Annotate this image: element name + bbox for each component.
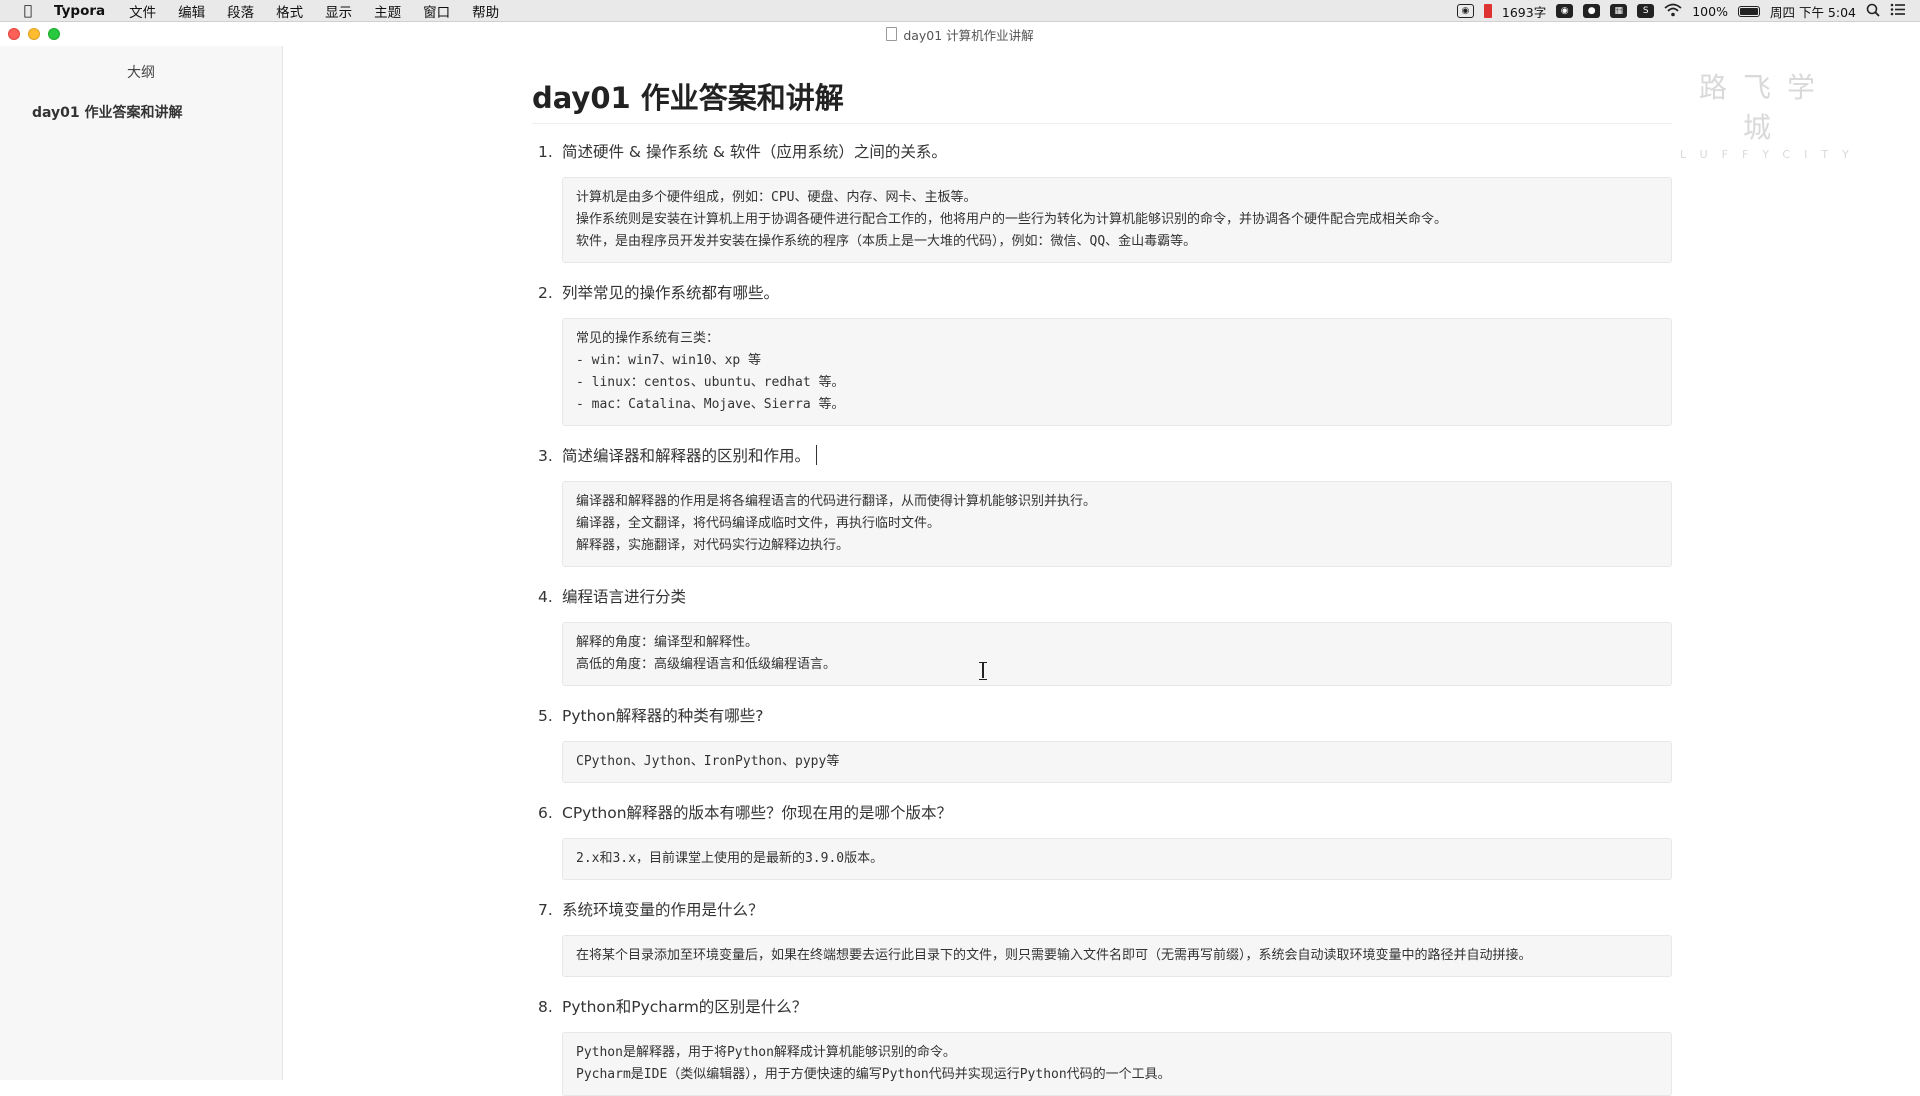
answer-line: 编译器和解释器的作用是将各编程语言的代码进行翻译，从而使得计算机能够识别并执行。 <box>576 494 1097 509</box>
question-item: 3. 简述编译器和解释器的区别和作用。 编译器和解释器的作用是将各编程语言的代码… <box>532 443 1672 567</box>
battery-icon[interactable] <box>1737 5 1760 17</box>
ibeam-cursor-icon <box>978 662 988 680</box>
question-item: 5. Python解释器的种类有哪些? CPython、Jython、IronP… <box>532 703 1672 783</box>
answer-line: 编译器，全文翻译，将代码编译成临时文件，再执行临时文件。 <box>576 516 941 531</box>
question-list: 1. 简述硬件 & 操作系统 & 软件（应用系统）之间的关系。 计算机是由多个硬… <box>532 139 1672 1096</box>
apple-menu-icon[interactable]:  <box>20 3 36 19</box>
close-window-button[interactable] <box>8 28 20 40</box>
question-heading[interactable]: 6. CPython解释器的版本有哪些？你现在用的是哪个版本？ <box>532 800 1672 826</box>
answer-line: - win：win7、win10、xp 等 <box>576 353 762 368</box>
app-tray-icon-4[interactable]: S <box>1637 4 1655 18</box>
word-count[interactable]: 1693字 <box>1502 2 1546 21</box>
answer-line: 常见的操作系统有三类： <box>576 331 720 346</box>
question-item: 2. 列举常见的操作系统都有哪些。 常见的操作系统有三类： - win：win7… <box>532 280 1672 426</box>
question-item: 1. 简述硬件 & 操作系统 & 软件（应用系统）之间的关系。 计算机是由多个硬… <box>532 139 1672 263</box>
typora-window: day01 计算机作业讲解 大纲 day01 作业答案和讲解 路飞学城 LUFF… <box>0 22 1920 1096</box>
menu-edit[interactable]: 编辑 <box>178 1 205 21</box>
document-title[interactable]: day01 作业答案和讲解 <box>532 84 1672 124</box>
question-heading[interactable]: 4. 编程语言进行分类 <box>532 584 1672 610</box>
text-caret <box>816 445 818 465</box>
sidebar-title: 大纲 <box>127 65 155 81</box>
battery-percent[interactable]: 100% <box>1692 4 1728 19</box>
clock[interactable]: 周四 下午 5:04 <box>1770 2 1856 21</box>
answer-line: 解释器，实施翻译，对代码实行边解释边执行。 <box>576 538 850 553</box>
question-heading[interactable]: 2. 列举常见的操作系统都有哪些。 <box>532 280 1672 306</box>
question-heading[interactable]: 8. Python和Pycharm的区别是什么？ <box>532 994 1672 1020</box>
question-item: 4. 编程语言进行分类 解释的角度：编译型和解释性。 高低的角度：高级编程语言和… <box>532 584 1672 686</box>
answer-line: 解释的角度：编译型和解释性。 <box>576 635 759 650</box>
watermark-cn: 路飞学城 <box>1698 71 1831 144</box>
question-heading[interactable]: 3. 简述编译器和解释器的区别和作用。 <box>532 443 1672 469</box>
question-item: 6. CPython解释器的版本有哪些？你现在用的是哪个版本？ 2.x和3.x，… <box>532 800 1672 880</box>
question-heading[interactable]: 5. Python解释器的种类有哪些? <box>532 703 1672 729</box>
outline-sidebar: 大纲 day01 作业答案和讲解 <box>0 46 283 1080</box>
menu-app-name[interactable]: Typora <box>54 3 105 19</box>
answer-code-block[interactable]: Python是解释器，用于将Python解释成计算机能够识别的命令。 Pycha… <box>562 1032 1672 1096</box>
answer-code-block[interactable]: 计算机是由多个硬件组成，例如：CPU、硬盘、内存、网卡、主板等。 操作系统则是安… <box>562 177 1672 263</box>
question-text: 列举常见的操作系统都有哪些。 <box>562 284 780 302</box>
minimize-window-button[interactable] <box>28 28 40 40</box>
menu-bar:  Typora 文件 编辑 段落 格式 显示 主题 窗口 帮助 ◉ 1693字… <box>0 0 1920 22</box>
question-text: 编程语言进行分类 <box>562 588 687 606</box>
answer-line: 2.x和3.x，目前课堂上使用的是最新的3.9.0版本。 <box>576 851 884 866</box>
zoom-window-button[interactable] <box>48 28 60 40</box>
menu-paragraph[interactable]: 段落 <box>227 1 254 21</box>
menu-help[interactable]: 帮助 <box>472 1 499 21</box>
question-text: 简述编译器和解释器的区别和作用。 <box>562 447 811 465</box>
watermark-en: LUFFYCITY <box>1680 148 1863 161</box>
question-text: Python解释器的种类有哪些? <box>562 707 764 725</box>
answer-line: - linux：centos、ubuntu、redhat 等。 <box>576 375 845 390</box>
recording-indicator-icon[interactable] <box>1483 4 1492 18</box>
question-number: 7. <box>538 901 553 919</box>
app-tray-icon-1[interactable]: ◉ <box>1556 4 1574 18</box>
answer-code-block[interactable]: 在将某个目录添加至环境变量后，如果在终端想要去运行此目录下的文件，则只需要输入文… <box>562 935 1672 977</box>
answer-code-block[interactable]: 常见的操作系统有三类： - win：win7、win10、xp 等 - linu… <box>562 318 1672 426</box>
question-text: CPython解释器的版本有哪些？你现在用的是哪个版本？ <box>562 804 953 822</box>
document-icon <box>886 27 898 41</box>
answer-code-block[interactable]: 编译器和解释器的作用是将各编程语言的代码进行翻译，从而使得计算机能够识别并执行。… <box>562 481 1672 567</box>
menu-theme[interactable]: 主题 <box>374 1 401 21</box>
question-item: 7. 系统环境变量的作用是什么？ 在将某个目录添加至环境变量后，如果在终端想要去… <box>532 897 1672 977</box>
answer-line: Python是解释器，用于将Python解释成计算机能够识别的命令。 <box>576 1045 956 1060</box>
editor-content[interactable]: day01 作业答案和讲解 1. 简述硬件 & 操作系统 & 软件（应用系统）之… <box>532 46 1672 1096</box>
answer-line: 软件，是由程序员开发并安装在操作系统的程序（本质上是一大堆的代码），例如：微信、… <box>576 234 1197 249</box>
answer-line: Pycharm是IDE（类似编辑器），用于方便快速的编写Python代码并实现运… <box>576 1067 1171 1082</box>
question-heading[interactable]: 1. 简述硬件 & 操作系统 & 软件（应用系统）之间的关系。 <box>532 139 1672 165</box>
answer-line: CPython、Jython、IronPython、pypy等 <box>576 754 840 769</box>
app-tray-icon-3[interactable]: ▦ <box>1610 4 1628 18</box>
menu-file[interactable]: 文件 <box>129 1 156 21</box>
menu-format[interactable]: 格式 <box>276 1 303 21</box>
question-text: 系统环境变量的作用是什么？ <box>562 901 764 919</box>
menu-window[interactable]: 窗口 <box>423 1 450 21</box>
question-number: 5. <box>538 707 553 725</box>
question-text: 简述硬件 & 操作系统 & 软件（应用系统）之间的关系。 <box>562 143 947 161</box>
question-number: 8. <box>538 998 553 1016</box>
notification-center-icon[interactable] <box>1890 3 1906 19</box>
answer-code-block[interactable]: 2.x和3.x，目前课堂上使用的是最新的3.9.0版本。 <box>562 838 1672 880</box>
question-number: 1. <box>538 143 553 161</box>
question-number: 2. <box>538 284 553 302</box>
answer-line: 操作系统则是安装在计算机上用于协调各硬件进行配合工作的，他将用户的一些行为转化为… <box>576 212 1448 227</box>
spotlight-search-icon[interactable] <box>1866 3 1880 20</box>
outline-item[interactable]: day01 作业答案和讲解 <box>32 102 282 122</box>
window-titlebar: day01 计算机作业讲解 <box>0 22 1920 46</box>
question-number: 3. <box>538 447 553 465</box>
screen-record-icon[interactable]: ◉ <box>1456 4 1474 18</box>
luffycity-watermark: 路飞学城 LUFFYCITY <box>1680 66 1850 161</box>
answer-line: 计算机是由多个硬件组成，例如：CPU、硬盘、内存、网卡、主板等。 <box>576 190 977 205</box>
question-text: Python和Pycharm的区别是什么？ <box>562 998 808 1016</box>
app-tray-icon-2[interactable]: ● <box>1583 4 1601 18</box>
answer-line: - mac：Catalina、Mojave、Sierra 等。 <box>576 397 845 412</box>
answer-line: 高低的角度：高级编程语言和低级编程语言。 <box>576 657 837 672</box>
answer-line: 在将某个目录添加至环境变量后，如果在终端想要去运行此目录下的文件，则只需要输入文… <box>576 948 1532 963</box>
question-number: 6. <box>538 804 553 822</box>
wifi-icon[interactable] <box>1664 3 1682 20</box>
question-item: 8. Python和Pycharm的区别是什么？ Python是解释器，用于将P… <box>532 994 1672 1096</box>
question-number: 4. <box>538 588 553 606</box>
menu-view[interactable]: 显示 <box>325 1 352 21</box>
answer-code-block[interactable]: CPython、Jython、IronPython、pypy等 <box>562 741 1672 783</box>
window-title: day01 计算机作业讲解 <box>903 27 1034 43</box>
question-heading[interactable]: 7. 系统环境变量的作用是什么？ <box>532 897 1672 923</box>
answer-code-block[interactable]: 解释的角度：编译型和解释性。 高低的角度：高级编程语言和低级编程语言。 <box>562 622 1672 686</box>
